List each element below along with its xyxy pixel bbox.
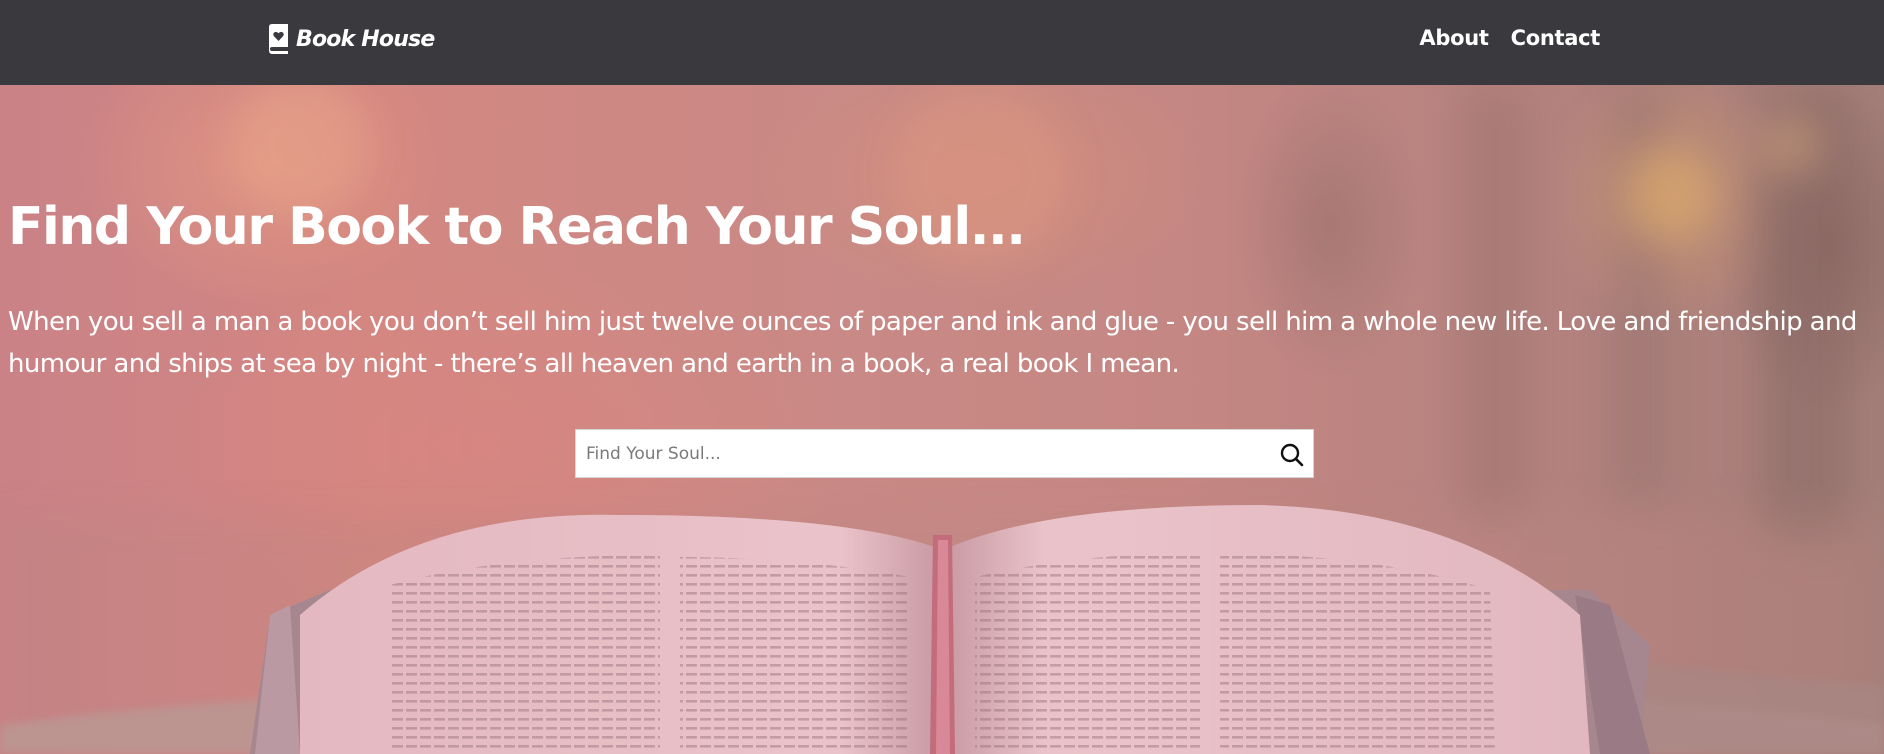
nav-links: About Contact — [1419, 26, 1600, 50]
nav-link-about[interactable]: About — [1419, 26, 1489, 50]
hero-tint-overlay — [0, 85, 1884, 754]
brand-name: Book House — [296, 26, 435, 52]
hero-section: Find Your Book to Reach Your Soul... Whe… — [0, 85, 1884, 754]
search-icon[interactable] — [1279, 442, 1305, 468]
navbar: Book House About Contact — [0, 0, 1884, 85]
brand-link[interactable]: Book House — [267, 24, 435, 54]
search-bar — [575, 429, 1314, 478]
hero-quote: When you sell a man a book you don’t sel… — [8, 307, 1857, 379]
book-heart-icon — [267, 24, 291, 54]
search-input[interactable] — [576, 430, 1256, 477]
nav-link-contact[interactable]: Contact — [1511, 26, 1601, 50]
hero-title: Find Your Book to Reach Your Soul... — [8, 197, 1026, 257]
